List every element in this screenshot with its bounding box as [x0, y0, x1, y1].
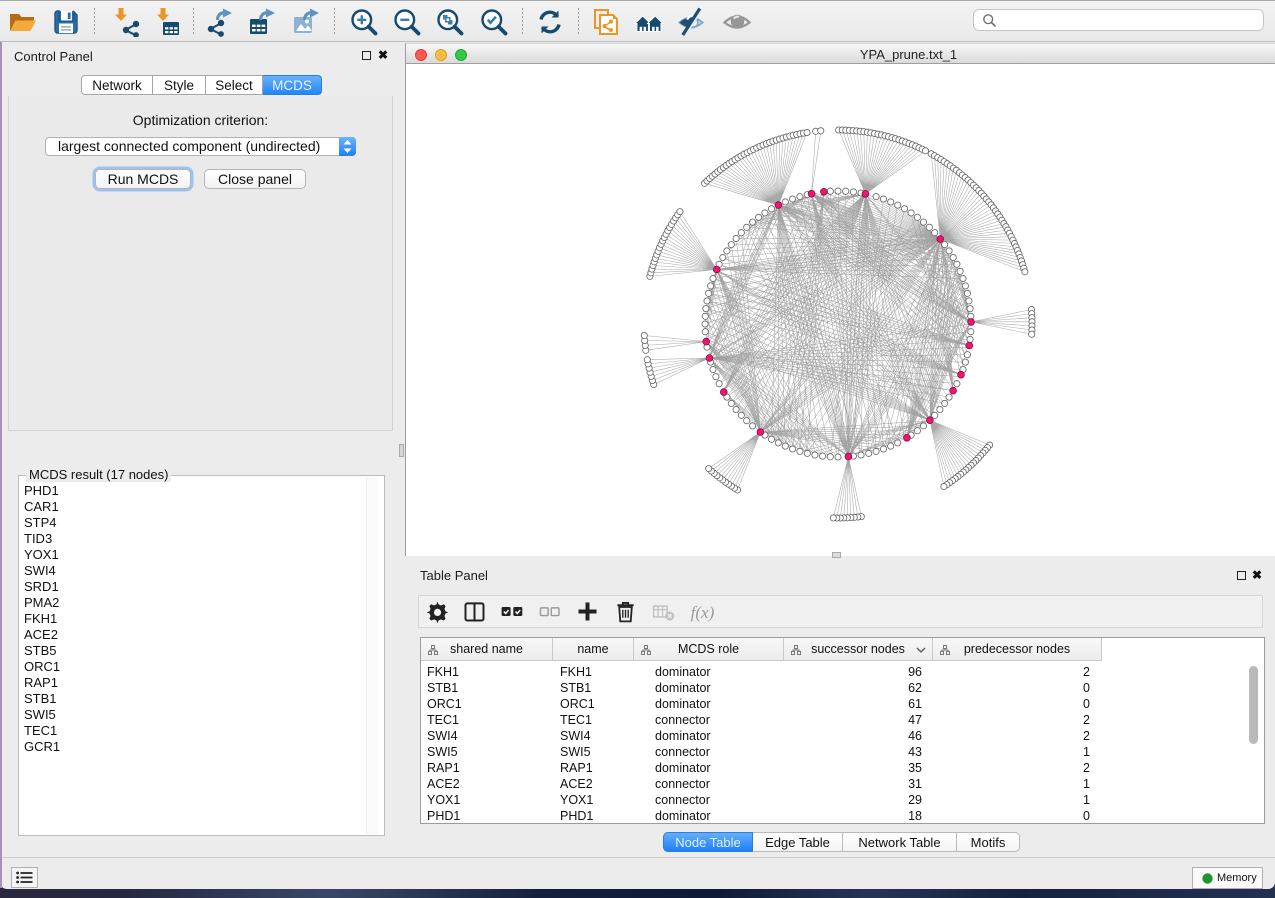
svg-text:f(x): f(x) [691, 603, 714, 622]
